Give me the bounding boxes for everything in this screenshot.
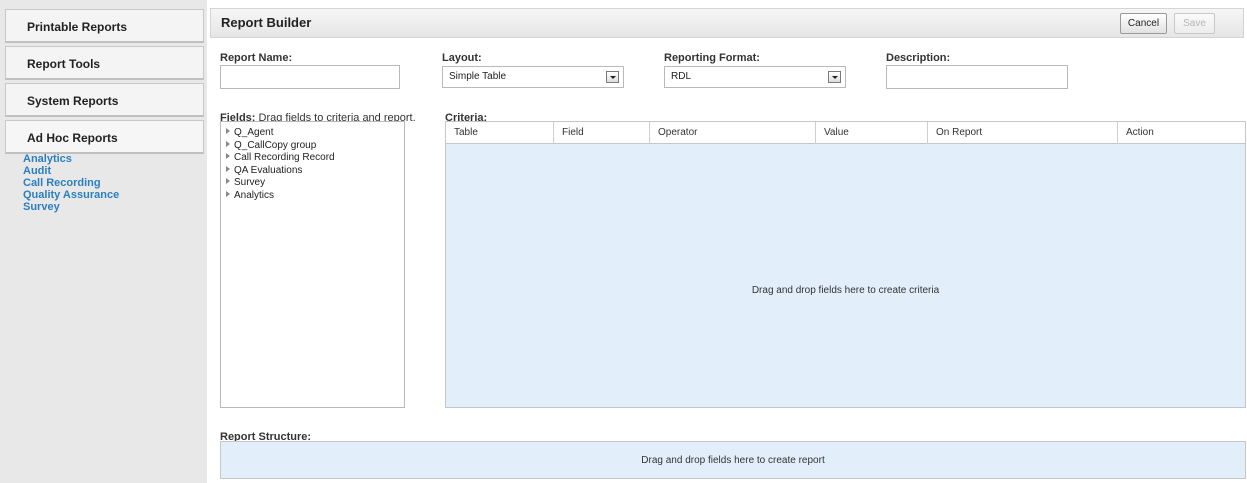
description-label: Description: bbox=[886, 52, 951, 64]
ad-hoc-item-analytics[interactable]: Analytics bbox=[23, 153, 119, 165]
reporting-format-select[interactable]: RDL bbox=[664, 66, 846, 88]
column-header-value: Value bbox=[816, 122, 928, 144]
tree-node[interactable]: Survey bbox=[226, 177, 404, 190]
tab-printable-reports[interactable]: Printable Reports bbox=[5, 9, 204, 43]
page-title: Report Builder bbox=[221, 15, 312, 30]
tree-node-label: Survey bbox=[234, 177, 266, 188]
ad-hoc-item-call-recording[interactable]: Call Recording bbox=[23, 177, 119, 189]
ad-hoc-item-quality-assurance[interactable]: Quality Assurance bbox=[23, 189, 119, 201]
report-structure-empty-message: Drag and drop fields here to create repo… bbox=[641, 455, 825, 466]
fields-tree: Q_Agent Q_CallCopy group Call Recording … bbox=[220, 121, 405, 408]
sidebar: Printable Reports Report Tools System Re… bbox=[0, 0, 207, 483]
criteria-drop-zone[interactable]: Table Field Operator Value On Report Act… bbox=[445, 121, 1246, 408]
criteria-table-header: Table Field Operator Value On Report Act… bbox=[446, 122, 1245, 144]
expand-triangle-icon[interactable] bbox=[226, 128, 230, 134]
layout-label: Layout: bbox=[442, 52, 482, 64]
tree-node[interactable]: Call Recording Record bbox=[226, 152, 404, 165]
tree-node-label: Analytics bbox=[234, 189, 275, 201]
tree-node[interactable]: Q_CallCopy group bbox=[226, 140, 404, 153]
chevron-down-icon[interactable] bbox=[828, 71, 841, 83]
tree-node-label: Q_CallCopy group bbox=[234, 139, 317, 151]
report-structure-drop-zone[interactable]: Drag and drop fields here to create repo… bbox=[220, 441, 1246, 479]
ad-hoc-item-audit[interactable]: Audit bbox=[23, 165, 119, 177]
criteria-empty-message: Drag and drop fields here to create crit… bbox=[751, 285, 940, 296]
cancel-button[interactable]: Cancel bbox=[1120, 13, 1167, 34]
column-header-action: Action bbox=[1126, 127, 1154, 138]
layout-select-value: Simple Table bbox=[449, 71, 507, 82]
expand-triangle-icon[interactable] bbox=[226, 190, 230, 197]
tab-report-tools[interactable]: Report Tools bbox=[5, 46, 204, 80]
column-header-field: Field bbox=[554, 122, 650, 144]
expand-triangle-icon[interactable] bbox=[226, 153, 230, 159]
panel-header: Report Builder Cancel Save bbox=[210, 8, 1244, 38]
report-name-input[interactable] bbox=[220, 65, 400, 89]
ad-hoc-report-list: Analytics Audit Call Recording Quality A… bbox=[23, 153, 119, 213]
chevron-down-icon[interactable] bbox=[606, 71, 619, 83]
expand-triangle-icon[interactable] bbox=[226, 165, 230, 172]
column-header-table: Table bbox=[446, 122, 554, 144]
reporting-format-value: RDL bbox=[671, 71, 692, 82]
expand-triangle-icon[interactable] bbox=[226, 178, 230, 184]
description-input[interactable] bbox=[886, 65, 1068, 89]
tab-system-reports[interactable]: System Reports bbox=[5, 83, 204, 117]
expand-triangle-icon[interactable] bbox=[226, 140, 230, 147]
save-button[interactable]: Save bbox=[1174, 13, 1215, 34]
tree-node[interactable]: Q_Agent bbox=[226, 127, 404, 140]
tree-node[interactable]: QA Evaluations bbox=[226, 165, 404, 178]
tree-node-label: QA Evaluations bbox=[234, 164, 303, 176]
column-header-on-report: On Report bbox=[928, 122, 1118, 144]
tree-node[interactable]: Analytics bbox=[226, 190, 404, 203]
tab-ad-hoc-reports[interactable]: Ad Hoc Reports bbox=[5, 120, 204, 154]
report-builder-panel: Report Builder Cancel Save Report Name: … bbox=[207, 0, 1247, 483]
column-header-operator: Operator bbox=[650, 122, 816, 144]
tree-node-label: Call Recording Record bbox=[234, 152, 335, 163]
layout-select[interactable]: Simple Table bbox=[442, 66, 624, 88]
tree-node-label: Q_Agent bbox=[234, 127, 274, 138]
report-name-label: Report Name: bbox=[220, 52, 293, 64]
reporting-format-label: Reporting Format: bbox=[664, 52, 760, 64]
ad-hoc-item-survey[interactable]: Survey bbox=[23, 201, 119, 213]
